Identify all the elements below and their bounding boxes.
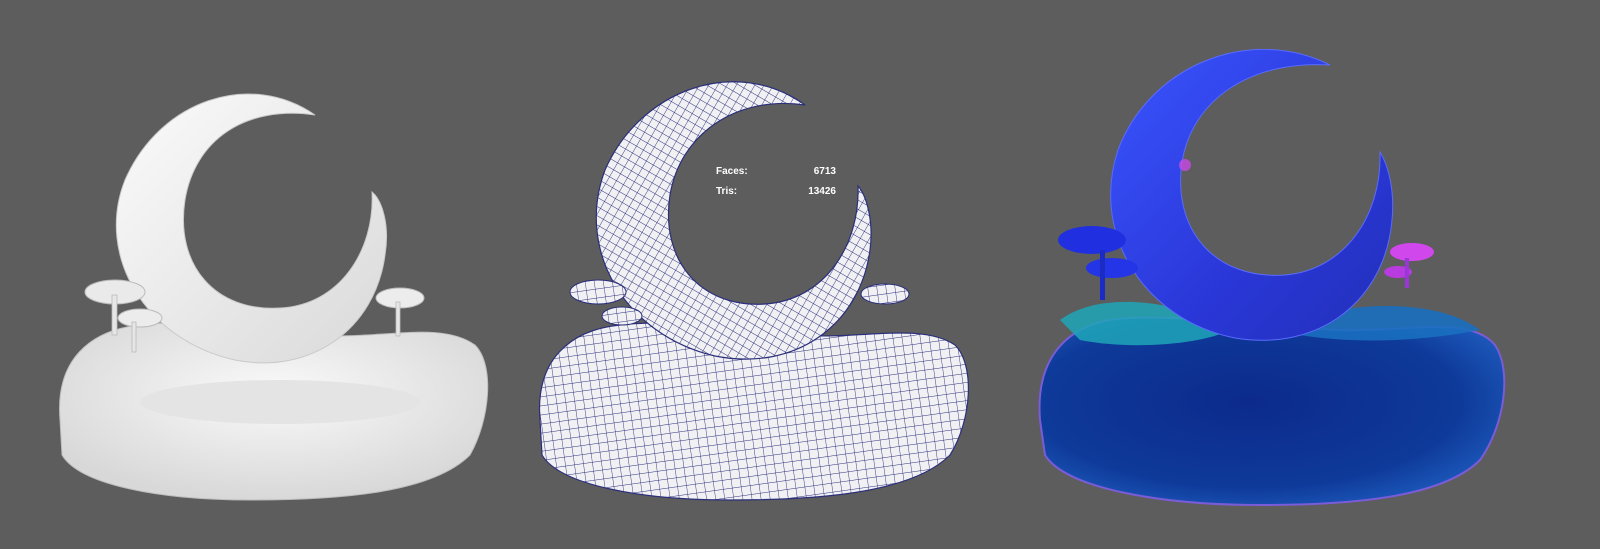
tris-value: 13426 (808, 186, 836, 197)
normal-map-render (1038, 49, 1506, 507)
wireframe-render (538, 81, 969, 501)
3d-viewport[interactable]: Faces: 6713 Tris: 13426 (0, 0, 1600, 549)
render-canvas (59, 49, 1506, 507)
faces-label: Faces: (716, 166, 748, 177)
tris-row: Tris: 13426 (716, 182, 836, 202)
mesh-stats-overlay: Faces: 6713 Tris: 13426 (716, 162, 836, 202)
faces-row: Faces: 6713 (716, 162, 836, 182)
clay-shaded-render (59, 93, 489, 501)
normal-moon (1110, 49, 1394, 341)
normal-base (1038, 316, 1506, 507)
tris-label: Tris: (716, 186, 738, 197)
faces-value: 6713 (813, 166, 836, 177)
